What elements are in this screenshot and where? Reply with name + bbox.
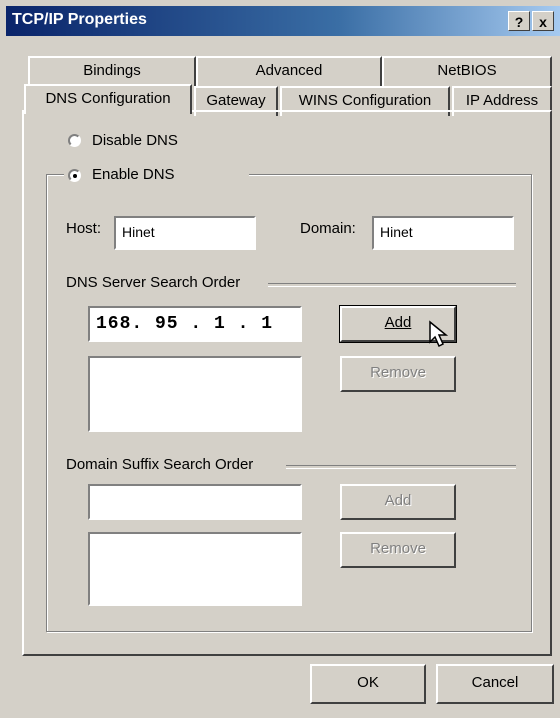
- domain-field[interactable]: Hinet: [372, 216, 514, 250]
- host-field[interactable]: Hinet: [114, 216, 256, 250]
- dns-server-divider: [268, 283, 516, 287]
- host-label: Host:: [66, 220, 102, 237]
- domain-field-value: Hinet: [380, 224, 413, 240]
- domain-suffix-add-button[interactable]: Add: [340, 484, 456, 520]
- disable-dns-radio[interactable]: [68, 134, 81, 147]
- domain-label: Domain:: [300, 220, 356, 237]
- mouse-pointer-icon: [429, 320, 449, 348]
- tcpip-properties-dialog: TCP/IP Properties ? x Bindings Advanced …: [0, 0, 560, 718]
- tab-label: Bindings: [83, 62, 141, 79]
- host-field-value: Hinet: [122, 224, 155, 240]
- remove-label: Remove: [370, 540, 426, 557]
- dns-server-list[interactable]: [88, 356, 302, 432]
- ok-label: OK: [357, 674, 379, 691]
- tab-dns-configuration[interactable]: DNS Configuration: [24, 84, 192, 114]
- enable-dns-radio[interactable]: [68, 169, 81, 182]
- dns-server-ip-field[interactable]: 168. 95 . 1 . 1: [88, 306, 302, 342]
- dns-server-group-label: DNS Server Search Order: [66, 274, 241, 291]
- cancel-button[interactable]: Cancel: [436, 664, 554, 704]
- enable-dns-legend: Enable DNS: [64, 164, 249, 186]
- tab-bindings[interactable]: Bindings: [28, 56, 196, 86]
- domain-suffix-list[interactable]: [88, 532, 302, 606]
- tab-netbios[interactable]: NetBIOS: [382, 56, 552, 86]
- ok-button[interactable]: OK: [310, 664, 426, 704]
- tab-label: DNS Configuration: [45, 90, 171, 107]
- dns-server-remove-button[interactable]: Remove: [340, 356, 456, 392]
- dns-server-ip-value: 168. 95 . 1 . 1: [96, 314, 274, 334]
- tab-label: NetBIOS: [437, 62, 497, 79]
- domain-suffix-field[interactable]: [88, 484, 302, 520]
- title-bar[interactable]: TCP/IP Properties ? x: [6, 6, 560, 36]
- domain-suffix-group-label: Domain Suffix Search Order: [66, 456, 254, 473]
- tab-advanced[interactable]: Advanced: [196, 56, 382, 86]
- remove-label: Remove: [370, 364, 426, 381]
- dns-server-add-button[interactable]: Add: [339, 305, 457, 348]
- cancel-label: Cancel: [471, 674, 519, 691]
- add-label: Add: [384, 314, 412, 331]
- disable-dns-label[interactable]: Disable DNS: [92, 132, 178, 149]
- tab-label: Advanced: [255, 62, 323, 79]
- enable-dns-label[interactable]: Enable DNS: [92, 166, 175, 183]
- domain-suffix-remove-button[interactable]: Remove: [340, 532, 456, 568]
- tab-label: IP Address: [465, 92, 539, 109]
- close-button[interactable]: x: [532, 11, 554, 31]
- add-label: Add: [384, 492, 412, 509]
- tab-label: Gateway: [206, 92, 266, 109]
- domain-suffix-divider: [286, 465, 516, 469]
- dns-configuration-panel: Disable DNS Enable DNS Host: Hinet Domai…: [22, 110, 552, 656]
- help-button[interactable]: ?: [508, 11, 530, 31]
- tab-label: WINS Configuration: [298, 92, 432, 109]
- window-title: TCP/IP Properties: [12, 11, 147, 28]
